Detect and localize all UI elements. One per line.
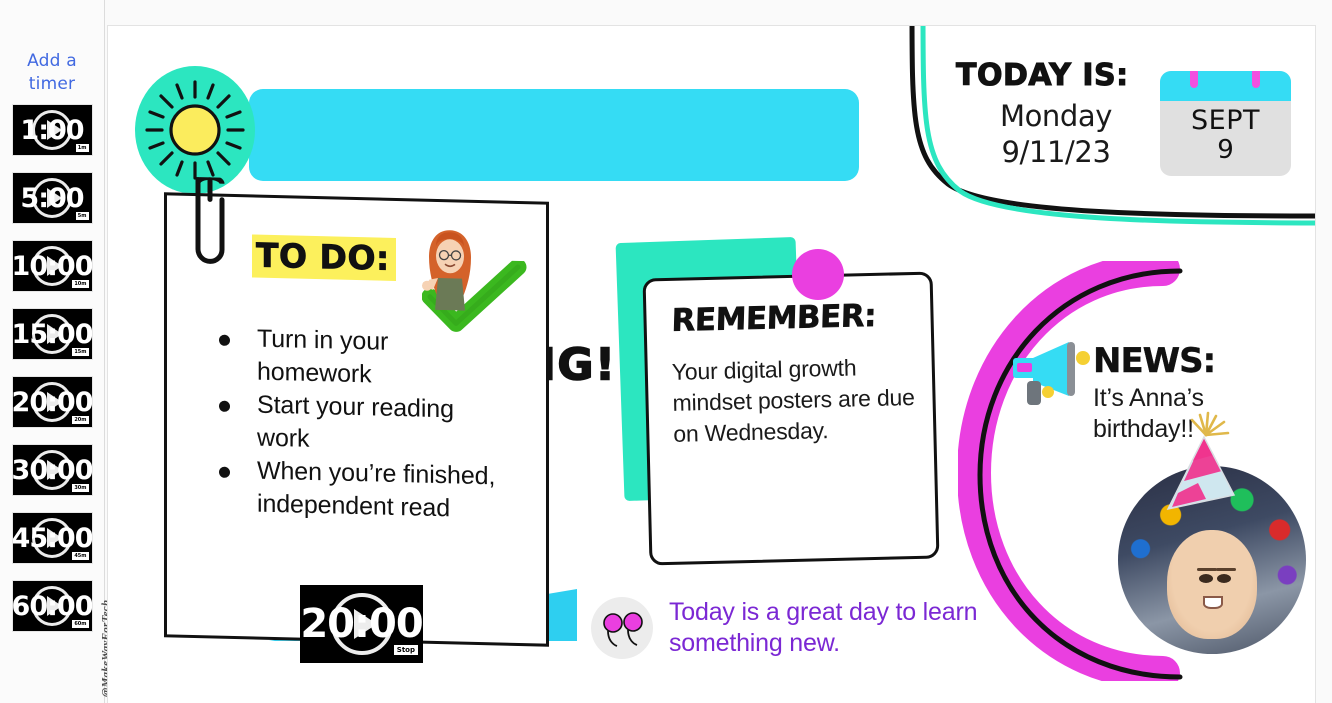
calendar-top-bar (1160, 71, 1291, 101)
quote-text: Today is a great day to learn something … (669, 598, 978, 657)
timer-duration-badge: 15m (72, 348, 89, 356)
remember-card: REMEMBER: Your digital growth mindset po… (642, 271, 940, 566)
timer-10-min[interactable]: 10:00 10m (11, 240, 93, 292)
photo-face (1166, 529, 1258, 639)
timer-5-min[interactable]: 5:00 5m (11, 172, 93, 224)
todo-card: TO DO: Turn in your homework Start your … (164, 176, 609, 672)
timer-20-min[interactable]: 20:00 20m (11, 376, 93, 428)
timer-duration-badge: 5m (75, 212, 89, 220)
calendar-month: SEPT (1191, 105, 1260, 136)
todo-paper-content: TO DO: Turn in your homework Start your … (167, 176, 552, 649)
sun-icon (145, 80, 245, 180)
timer-30-min[interactable]: 30:00 30m (11, 444, 93, 496)
party-hat-icon (1166, 411, 1236, 511)
todo-paper-sheet: TO DO: Turn in your homework Start your … (164, 176, 552, 649)
calendar-icon: SEPT 9 (1160, 71, 1291, 176)
play-icon[interactable] (32, 110, 72, 150)
calendar-ring-right (1252, 71, 1260, 88)
play-icon[interactable] (32, 246, 72, 286)
news-card: NEWS: It’s Anna’s birthday!! (958, 261, 1315, 681)
photo-brow-left (1196, 568, 1217, 572)
good-morning-banner (249, 89, 859, 181)
todo-item: Start your reading work (209, 387, 509, 460)
timer-sidebar: Add a timer 1:00 1m 5:00 5m 10:00 10m 15:00 15m 2… (0, 0, 112, 703)
megaphone-icon (1013, 342, 1090, 405)
timer-15-min[interactable]: 15:00 15m (11, 308, 93, 360)
embedded-20-min-timer[interactable]: 20:00 Stop (300, 585, 423, 663)
play-icon[interactable] (32, 518, 72, 558)
timer-duration-badge: 60m (72, 620, 89, 628)
remember-heading: REMEMBER: (671, 297, 877, 340)
stop-label[interactable]: Stop (393, 645, 418, 655)
todo-heading: TO DO: (252, 234, 396, 281)
photo-brow-right (1215, 568, 1236, 572)
timer-duration-badge: 1m (75, 144, 89, 152)
play-icon[interactable] (32, 382, 72, 422)
paperclip-icon (195, 176, 225, 264)
photo-eye-left (1199, 573, 1214, 583)
timer-60-min[interactable]: 60:00 60m (11, 580, 93, 632)
today-is-label: TODAY IS: (955, 57, 1129, 93)
todo-item: When you’re finished, independent read (209, 453, 509, 526)
photo-eye-right (1217, 573, 1232, 583)
timer-duration-badge: 45m (72, 552, 89, 560)
timer-45-min[interactable]: 45:00 45m (11, 512, 93, 564)
add-timer-label[interactable]: Add a timer (17, 50, 87, 96)
teacher-avatar-icon (422, 230, 471, 311)
play-icon[interactable] (32, 178, 72, 218)
todo-item-list: Turn in your homework Start your reading … (209, 321, 509, 526)
news-heading: NEWS: (1093, 341, 1217, 381)
play-icon[interactable] (330, 593, 393, 655)
todo-item: Turn in your homework (209, 321, 509, 394)
remember-body-text: Your digital growth mindset posters are … (671, 354, 915, 447)
timer-duration-badge: 10m (72, 280, 89, 288)
calendar-day-number: 9 (1217, 135, 1234, 165)
presentation-app: Add a timer 1:00 1m 5:00 5m 10:00 10m 15:00 15m 2… (0, 0, 1332, 703)
today-is-block: TODAY IS: Monday 9/11/23 (955, 57, 1156, 170)
timer-1-min[interactable]: 1:00 1m (11, 104, 93, 156)
play-icon[interactable] (32, 314, 72, 354)
push-pin-icon (792, 249, 844, 300)
calendar-ring-left (1190, 71, 1198, 88)
timer-duration-badge: 20m (72, 416, 89, 424)
photo-mouth (1202, 596, 1223, 610)
daily-quote: Today is a great day to learn something … (591, 595, 1011, 667)
today-date: 9/11/23 (1001, 135, 1111, 169)
timer-duration-badge: 30m (72, 484, 89, 492)
play-icon[interactable] (32, 450, 72, 490)
timer-thumbnail-list: 1:00 1m 5:00 5m 10:00 10m 15:00 15m 20:00 20m 30:0… (11, 104, 93, 648)
quotation-marks-icon (591, 597, 653, 659)
play-icon[interactable] (32, 586, 72, 626)
slide-canvas: GOOD MORNING! TODAY IS: Monday 9/11/23 S… (107, 25, 1316, 703)
today-day-name: Monday (999, 99, 1113, 133)
